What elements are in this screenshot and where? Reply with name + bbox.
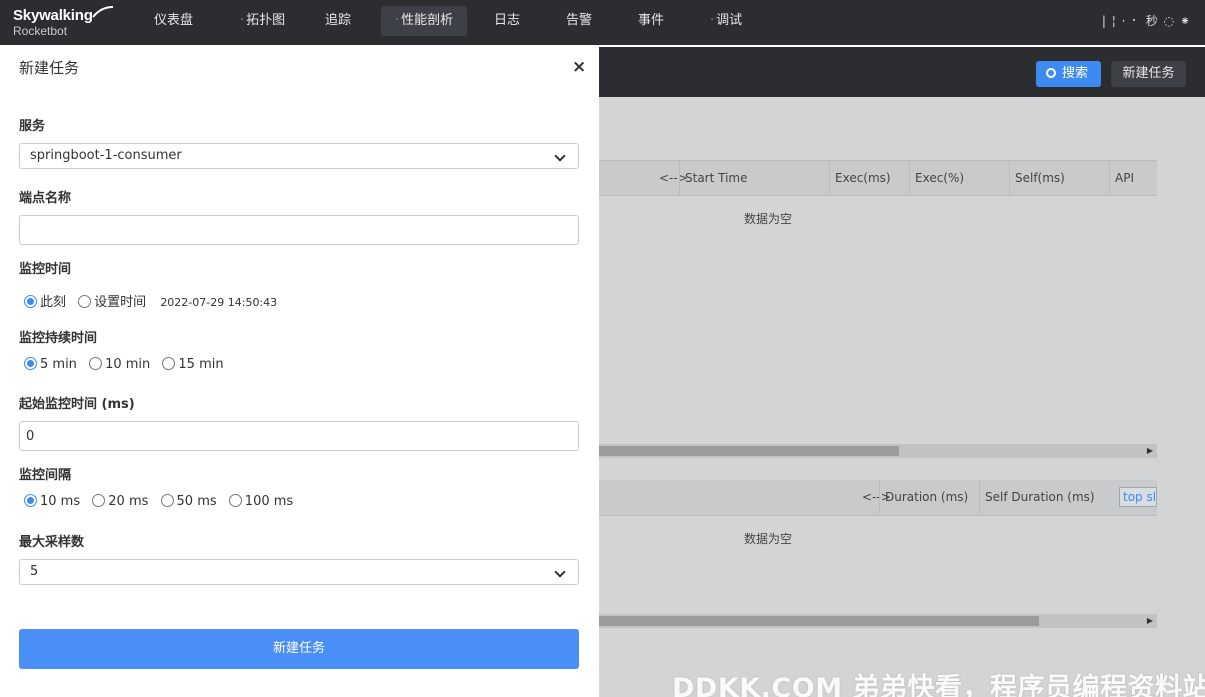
service-select[interactable]: springboot-1-consumer [19,143,579,169]
span-table-empty: 数据为空 [744,532,793,546]
scroll-right-icon-2[interactable]: ▶ [1147,614,1153,628]
max-samples-label: 最大采样数 [19,535,85,550]
nav-item-dashboard[interactable]: 仪表盘 [140,6,207,36]
close-icon[interactable]: × [572,57,586,77]
col-duration: Duration (ms) [879,480,979,514]
radio-10min[interactable]: 10 min [89,357,150,372]
radio-5min[interactable]: 5 min [24,357,77,372]
nav-item-profile[interactable]: · 性能剖析 [381,6,468,36]
chevron-down-icon [554,566,566,578]
radio-50ms[interactable]: 50 ms [160,494,217,509]
monitor-time-value: 2022-07-29 14:50:43 [160,296,278,309]
col-self-ms: Self(ms) [1009,161,1109,195]
nav-item-event[interactable]: 事件 [624,6,678,36]
col-start-time: Start Time [679,161,829,195]
radio-10ms[interactable]: 10 ms [24,494,80,509]
interval-radio-group: 10 ms 20 ms 50 ms 100 ms [24,494,301,512]
duration-radio-group: 5 min 10 min 15 min [24,357,232,375]
chevron-down-icon [554,150,566,162]
radio-100ms[interactable]: 100 ms [228,494,293,509]
new-task-drawer: 新建任务 × 服务 springboot-1-consumer 端点名称 监控时… [0,45,599,697]
col-self-duration: Self Duration (ms) [979,480,1109,514]
user-info[interactable]: | ¦ · ⠂ 秒 ◌ ⁕ [1102,12,1191,29]
col-exec-ms: Exec(ms) [829,161,909,195]
span-table-scrollbar[interactable]: ▶ [599,614,1157,628]
new-task-button[interactable]: 新建任务 [1111,61,1186,87]
scroll-right-icon[interactable]: ▶ [1147,444,1153,458]
trace-table-scrollbar[interactable]: ▶ [599,444,1157,458]
logo-swoosh-icon [92,6,114,18]
monitor-time-label: 监控时间 [19,262,72,277]
start-time-label: 起始监控时间 (ms) [19,397,135,412]
endpoint-label: 端点名称 [19,191,72,206]
radio-15min[interactable]: 15 min [162,357,224,372]
max-samples-select[interactable]: 5 [19,559,579,585]
submit-new-task-button[interactable]: 新建任务 [19,629,579,669]
endpoint-input[interactable] [19,215,579,245]
radio-20ms[interactable]: 20 ms [92,494,148,509]
radio-now[interactable]: 此刻 [24,291,66,310]
top-nav-bar: Skywalking Rocketbot 仪表盘 · 拓扑图 追踪 · 性能剖析 日… [0,0,1205,45]
watermark: DDKK.COM 弟弟快看，程序员编程资料站 [672,673,1205,697]
drawer-title: 新建任务 [19,59,80,77]
top-slow-link[interactable]: top slo [1119,487,1157,507]
logo-subtext: Rocketbot [13,24,68,38]
start-time-input[interactable] [19,421,579,451]
search-icon [1046,68,1056,78]
duration-label: 监控持续时间 [19,331,98,346]
span-table-header: <--> Duration (ms) Self Duration (ms) to… [599,480,1157,516]
monitor-time-radio-group: 此刻 设置时间 2022-07-29 14:50:43 [24,291,278,310]
skywalking-logo[interactable]: Skywalking Rocketbot [13,6,114,41]
col-exec-percent: Exec(%) [909,161,1009,195]
nav-item-alarm[interactable]: 告警 [552,6,606,36]
search-button[interactable]: 搜索 [1036,61,1101,87]
nav-item-trace[interactable]: 追踪 [311,6,365,36]
trace-table-header: <--> Start Time Exec(ms) Exec(%) Self(ms… [599,160,1157,196]
radio-set-time[interactable]: 设置时间 [78,291,146,310]
interval-label: 监控间隔 [19,468,72,483]
nav-item-debug[interactable]: · 调试 [696,6,756,36]
nav-item-topology[interactable]: · 拓扑图 [226,6,299,36]
service-label: 服务 [19,119,46,134]
nav-item-log[interactable]: 日志 [480,6,534,36]
trace-table-empty: 数据为空 [744,212,793,226]
col-api: API [1109,161,1157,195]
